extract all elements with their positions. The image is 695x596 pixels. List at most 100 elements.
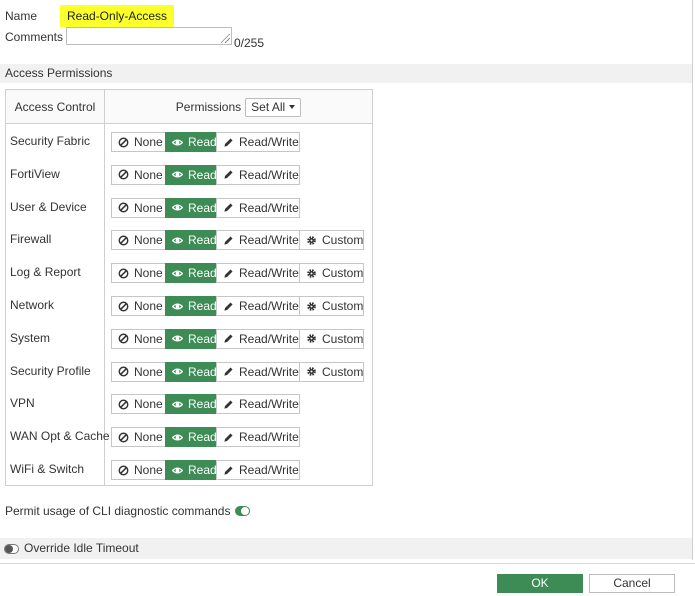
option-custom[interactable]: Custom — [299, 361, 364, 382]
permission-options: None Read Read/Write — [111, 164, 300, 185]
pencil-icon — [224, 367, 233, 376]
option-none[interactable]: None — [111, 296, 166, 316]
option-read-write[interactable]: Read/Write — [216, 361, 300, 382]
permission-row-label: Log & Report — [10, 265, 81, 280]
option-label: Custom — [322, 364, 364, 379]
option-label: Read/Write — [239, 331, 299, 346]
option-read[interactable]: Read — [165, 263, 217, 284]
option-none[interactable]: None — [111, 394, 166, 415]
permission-row-label: WiFi & Switch — [10, 462, 85, 476]
option-read-write[interactable]: Read/Write — [216, 328, 300, 349]
permission-options: None Read Read/Write Custom — [111, 296, 364, 316]
permission-row: WiFi & Switch None Read Read/Write — [6, 453, 372, 486]
option-label: Read/Write — [239, 266, 299, 281]
pencil-icon — [224, 203, 233, 212]
toggle-knob — [5, 544, 13, 553]
option-label: Custom — [322, 266, 364, 281]
permission-row-label: Firewall — [10, 232, 52, 247]
option-read[interactable]: Read — [165, 230, 217, 251]
dialog-footer: OK Cancel — [0, 563, 695, 596]
admin-profile-form: Name Read-Only-Access Comments 0/255 Acc… — [0, 0, 695, 596]
option-read[interactable]: Read — [165, 132, 217, 152]
permission-row: Log & Report None Read Read/Write Custom — [6, 256, 372, 289]
option-read-write[interactable]: Read/Write — [216, 230, 300, 251]
pencil-icon — [224, 269, 233, 278]
eye-icon — [172, 302, 183, 310]
gear-icon — [307, 236, 316, 245]
option-label: Custom — [322, 331, 364, 346]
comments-textarea[interactable] — [66, 27, 232, 45]
option-custom[interactable]: Custom — [299, 296, 364, 316]
ban-icon — [118, 137, 129, 147]
eye-icon — [172, 368, 183, 375]
option-none[interactable]: None — [111, 164, 166, 185]
option-read[interactable]: Read — [165, 427, 217, 448]
option-read-write[interactable]: Read/Write — [216, 164, 300, 185]
option-label: Read — [188, 135, 217, 149]
permission-row: Security Fabric None Read Read/Write — [6, 125, 372, 158]
set-all-dropdown[interactable]: Set All — [245, 97, 302, 117]
option-read[interactable]: Read — [165, 460, 217, 480]
option-read-write[interactable]: Read/Write — [216, 132, 300, 152]
permission-row: VPN None Read Read/Write — [6, 387, 372, 420]
option-read[interactable]: Read — [165, 328, 217, 349]
ban-icon — [118, 366, 129, 377]
option-label: Read — [188, 463, 217, 477]
caret-down-icon — [289, 105, 296, 109]
ban-icon — [118, 268, 129, 279]
permission-row-label: VPN — [10, 396, 35, 411]
option-label: None — [134, 430, 163, 445]
option-read-write[interactable]: Read/Write — [216, 296, 300, 316]
ok-button[interactable]: OK — [497, 574, 583, 593]
option-label: Read/Write — [239, 299, 299, 313]
cli-diagnostic-toggle[interactable] — [235, 506, 251, 516]
option-none[interactable]: None — [111, 361, 166, 382]
resize-grip-icon[interactable] — [221, 34, 230, 43]
option-label: None — [134, 167, 163, 182]
name-field[interactable]: Read-Only-Access — [60, 5, 175, 27]
option-read[interactable]: Read — [165, 361, 217, 382]
permission-row-label: Security Fabric — [10, 134, 91, 148]
permission-row-label: Security Profile — [10, 363, 91, 378]
option-custom[interactable]: Custom — [299, 328, 364, 349]
option-read-write[interactable]: Read/Write — [216, 197, 300, 218]
permission-row: Network None Read Read/Write Custom — [6, 289, 372, 322]
permission-options: None Read Read/Write — [111, 460, 300, 480]
toggle-knob — [241, 507, 250, 515]
option-read-write[interactable]: Read/Write — [216, 427, 300, 448]
eye-icon — [172, 466, 183, 474]
option-label: None — [134, 331, 163, 346]
option-label: None — [134, 397, 163, 412]
option-custom[interactable]: Custom — [299, 263, 364, 284]
option-read[interactable]: Read — [165, 394, 217, 415]
option-none[interactable]: None — [111, 132, 166, 152]
option-read[interactable]: Read — [165, 296, 217, 316]
permissions-table-header: Access Control Permissions Set All — [6, 90, 372, 124]
option-none[interactable]: None — [111, 230, 166, 251]
option-none[interactable]: None — [111, 263, 166, 284]
option-none[interactable]: None — [111, 197, 166, 218]
idle-timeout-label: Override Idle Timeout — [24, 541, 139, 555]
cancel-button[interactable]: Cancel — [589, 574, 675, 593]
permission-row: System None Read Read/Write Custom — [6, 322, 372, 355]
pencil-icon — [224, 433, 233, 442]
option-label: Read — [188, 430, 217, 445]
pencil-icon — [224, 137, 233, 147]
option-none[interactable]: None — [111, 427, 166, 448]
option-read-write[interactable]: Read/Write — [216, 460, 300, 480]
option-label: Read/Write — [239, 463, 299, 477]
idle-timeout-toggle[interactable] — [4, 543, 19, 554]
option-read-write[interactable]: Read/Write — [216, 263, 300, 284]
option-label: Custom — [322, 299, 364, 313]
option-none[interactable]: None — [111, 328, 166, 349]
option-label: Read/Write — [239, 364, 299, 379]
option-label: Read — [188, 200, 217, 215]
option-label: Read — [188, 299, 217, 313]
option-read[interactable]: Read — [165, 197, 217, 218]
option-read-write[interactable]: Read/Write — [216, 394, 300, 415]
option-read[interactable]: Read — [165, 164, 217, 185]
option-custom[interactable]: Custom — [299, 230, 364, 251]
option-none[interactable]: None — [111, 460, 166, 480]
option-label: Read — [188, 397, 217, 412]
gear-icon — [307, 268, 316, 278]
